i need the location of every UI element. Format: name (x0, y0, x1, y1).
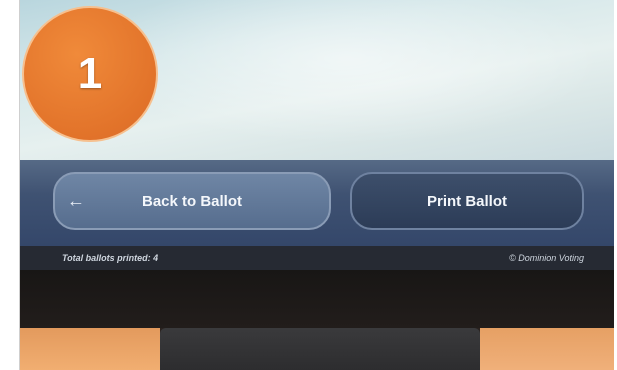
total-ballots-printed: Total ballots printed: 4 (62, 253, 159, 263)
back-to-ballot-label: Back to Ballot (141, 192, 243, 210)
device-bezel (20, 270, 614, 328)
print-ballot-button[interactable]: Print Ballot (350, 172, 584, 230)
desk-surface-left (20, 328, 160, 370)
voting-machine-photo: 1 ← Back to Ballot Print Ballot Total ba… (19, 0, 614, 370)
back-to-ballot-button[interactable]: ← Back to Ballot (53, 172, 331, 230)
copyright-text: © Dominion Voting (509, 253, 584, 263)
arrow-left-icon: ← (67, 190, 85, 211)
print-ballot-label: Print Ballot (426, 192, 507, 210)
device-stand (160, 328, 480, 370)
status-footer: Total ballots printed: 4 © Dominion Voti… (20, 246, 614, 270)
ballot-action-bar: ← Back to Ballot Print Ballot (20, 160, 614, 246)
step-number-badge: 1 (22, 6, 158, 142)
step-number: 1 (77, 49, 103, 98)
desk-surface-right (480, 328, 614, 370)
